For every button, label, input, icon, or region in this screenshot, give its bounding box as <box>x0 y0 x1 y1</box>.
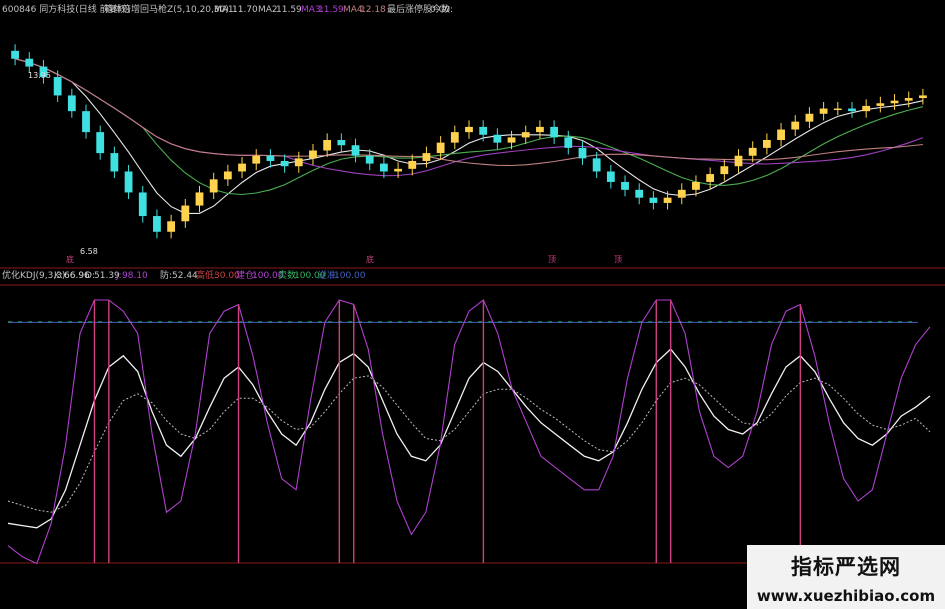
candle-body <box>223 171 232 180</box>
candle-body <box>153 216 161 232</box>
candle-body <box>621 181 629 190</box>
candle-body <box>507 137 516 143</box>
candle-body <box>167 221 176 232</box>
m1-value: 52.44 <box>172 271 198 281</box>
candle-body <box>592 158 601 172</box>
candle-body <box>181 205 190 222</box>
stock-chart: 600846 同方科技(日线 前复权) 箱体倍增回马枪Z(5,10,20,30)… <box>0 0 945 609</box>
candle-body <box>521 132 530 138</box>
candle-body <box>536 126 544 133</box>
ma3-value: 11.59 <box>318 5 344 15</box>
candle-body <box>436 142 445 154</box>
candle-body <box>294 158 303 167</box>
candle-body <box>209 179 218 193</box>
marker-top-2: 顶 <box>614 255 622 264</box>
candle-body <box>266 155 275 161</box>
price-low-label: 6.58 <box>80 247 98 256</box>
candle-body <box>195 192 204 206</box>
candle-body <box>890 100 899 104</box>
candle-body <box>465 126 473 133</box>
candle-body <box>919 95 927 99</box>
candle-body <box>124 171 133 193</box>
candle-body <box>805 113 814 122</box>
marker-top-1: 顶 <box>548 255 556 264</box>
candle-body <box>67 95 76 112</box>
m5-value: 100.00 <box>334 271 366 281</box>
candle-body <box>337 140 346 146</box>
j-label: J: <box>115 271 122 281</box>
ma1-value: 11.70 <box>232 5 258 15</box>
candle-body <box>110 153 119 172</box>
candle-body <box>635 189 644 198</box>
extra-value: 0.00 <box>430 5 450 15</box>
candle-body <box>720 166 729 175</box>
candle-body <box>706 174 715 182</box>
price-high-label: 13.95 <box>28 71 51 80</box>
k-label: K: <box>54 271 63 281</box>
marker-bottom-1: 底 <box>66 254 74 264</box>
candle-body <box>777 129 785 140</box>
candle-body <box>82 111 90 133</box>
candle-body <box>748 147 757 156</box>
candle-body <box>96 132 105 154</box>
candle-body <box>479 126 488 135</box>
candle-body <box>550 126 559 138</box>
candle-body <box>309 150 317 159</box>
candle-body <box>422 153 431 161</box>
candle-body <box>578 147 587 159</box>
candle-body <box>394 168 402 172</box>
candle-body <box>238 163 246 172</box>
candle-body <box>734 155 743 167</box>
candle-body <box>564 137 573 148</box>
candle-body <box>351 145 360 156</box>
m1-label: 防: <box>160 269 172 281</box>
candle-body <box>323 140 332 151</box>
j-value: 98.10 <box>122 271 148 281</box>
candle-body <box>649 197 658 203</box>
candle-body <box>692 181 700 190</box>
candle-body <box>606 171 615 182</box>
candle-body <box>819 108 828 114</box>
candle-body <box>762 140 771 148</box>
candle-body <box>677 189 686 198</box>
candle-body <box>876 103 885 106</box>
candle-body <box>833 108 842 111</box>
candle-body <box>138 192 147 217</box>
candle-body <box>791 121 800 130</box>
candle-body <box>252 155 261 164</box>
candle-body <box>53 77 62 96</box>
candle-body <box>450 132 459 143</box>
watermark-url: www.xuezhibiao.com <box>756 587 936 605</box>
ma2-value: 11.59 <box>276 5 302 15</box>
indicator-name: 箱体倍增回马枪Z(5,10,20,30) <box>104 3 229 15</box>
candle-body <box>904 98 913 101</box>
candle-body <box>663 197 672 203</box>
ma4-value: 12.18 <box>360 5 386 15</box>
candle-body <box>11 50 19 59</box>
watermark-title: 指标严选网 <box>791 555 901 579</box>
candle-body <box>408 160 417 169</box>
candle-body <box>862 105 871 112</box>
candle-body <box>25 58 34 67</box>
candle-body <box>280 160 289 167</box>
candle-body <box>379 163 388 172</box>
marker-bottom-2: 底 <box>366 254 374 264</box>
candle-body <box>365 155 374 164</box>
candle-body <box>848 108 856 112</box>
candle-body <box>493 134 502 143</box>
watermark: 指标严选网 www.xuezhibiao.com <box>747 545 945 609</box>
